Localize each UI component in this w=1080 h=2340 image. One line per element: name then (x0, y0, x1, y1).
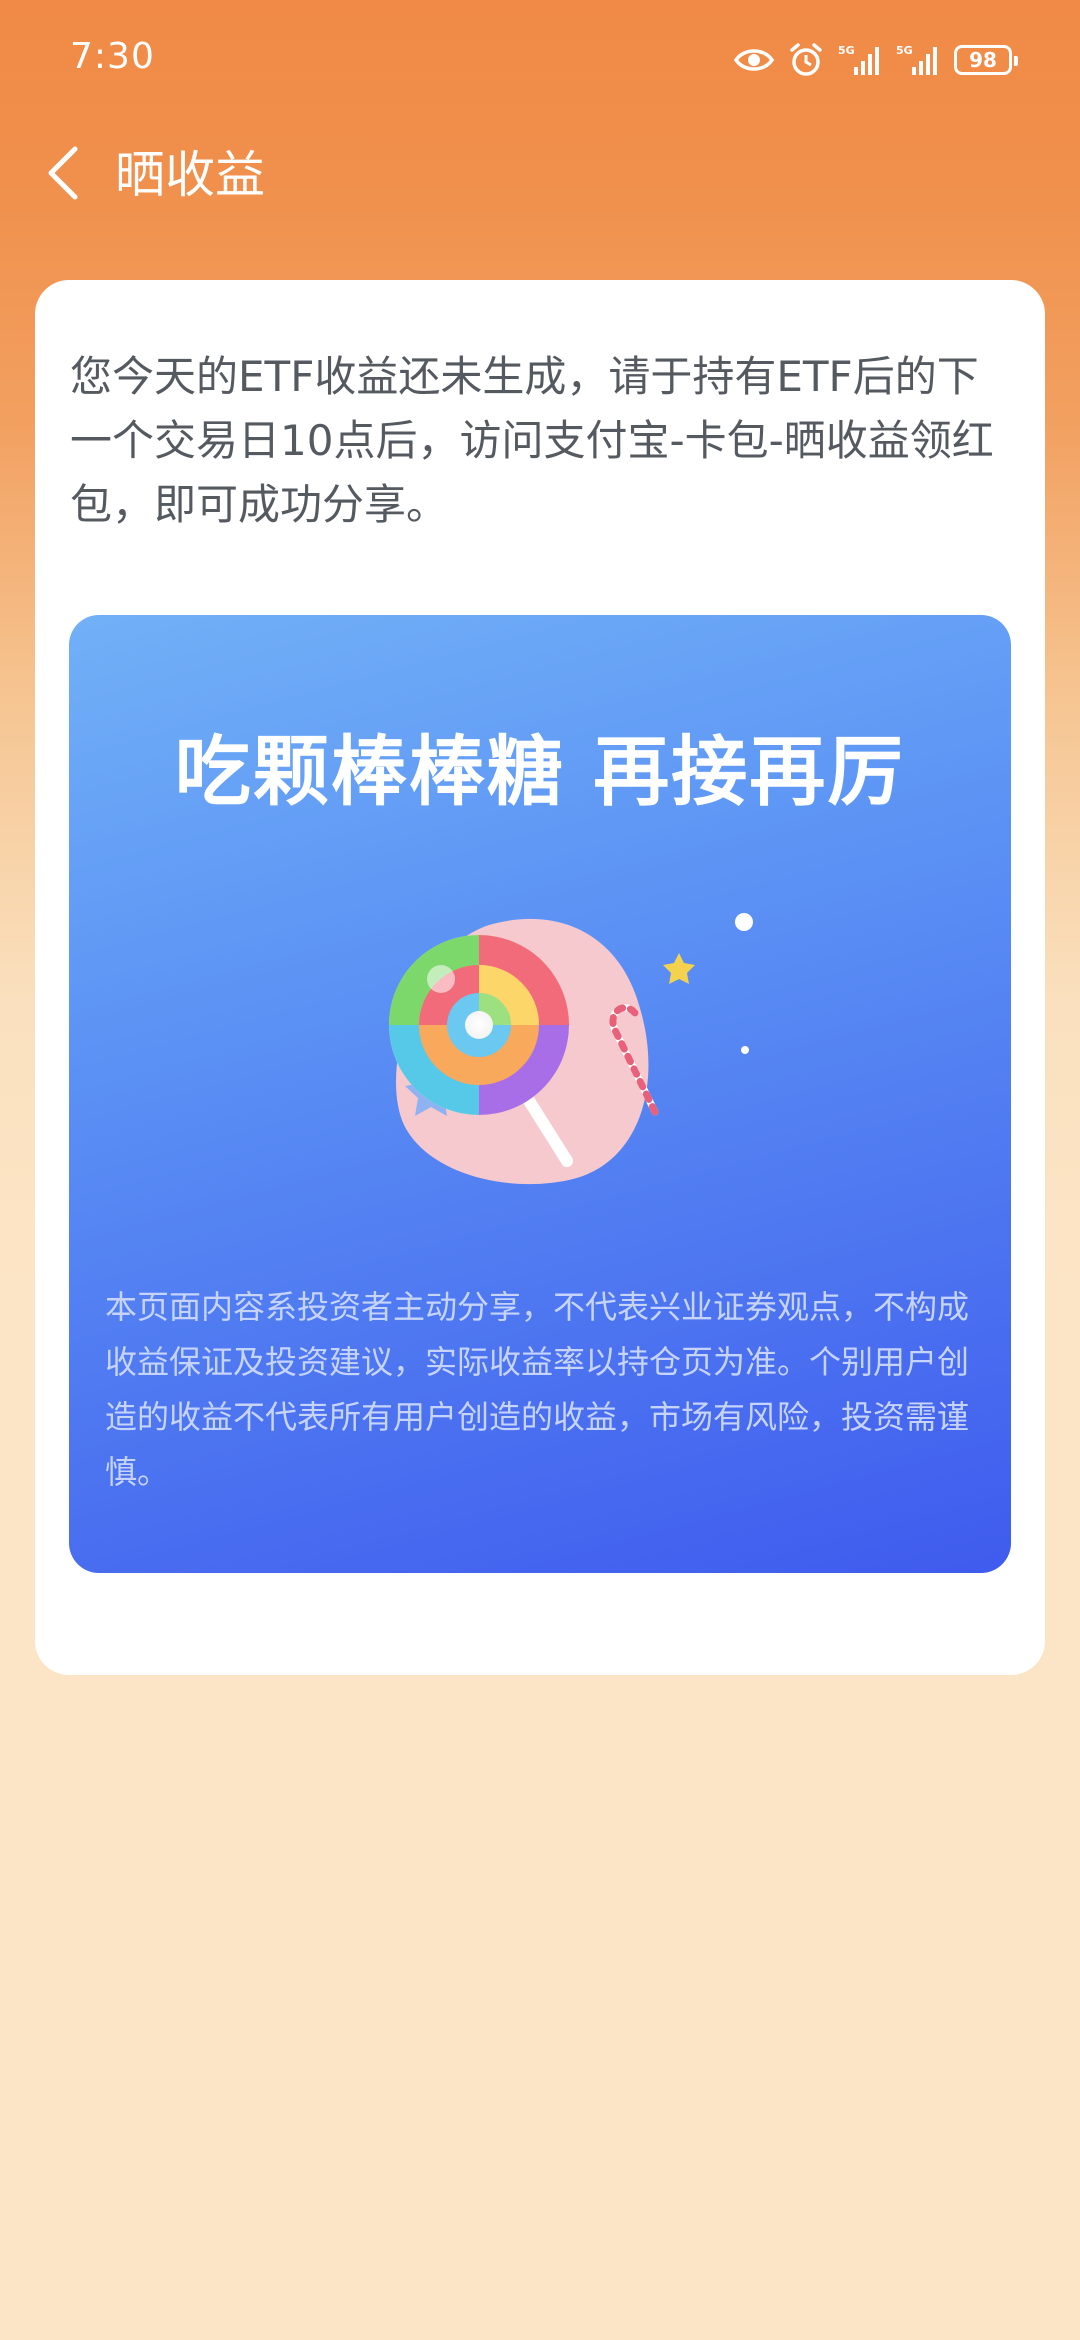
lollipop-candy (389, 935, 569, 1115)
status-icons: 5G 5G 98 (734, 40, 1018, 80)
back-button[interactable] (30, 142, 96, 208)
svg-text:5G: 5G (838, 44, 855, 57)
sparkle-dot (741, 1046, 749, 1054)
status-bar: 7:30 5G 5G 98 (0, 0, 1080, 120)
star-icon (663, 953, 695, 984)
share-card: 您今天的ETF收益还未生成，请于持有ETF后的下一个交易日10点后，访问支付宝-… (35, 280, 1045, 1675)
sparkle-dot (735, 913, 753, 931)
battery-icon: 98 (954, 45, 1018, 75)
battery-level: 98 (969, 48, 997, 72)
nav-bar: 晒收益 (0, 120, 1080, 230)
eye-icon (734, 46, 774, 74)
disclaimer-text: 本页面内容系投资者主动分享，不代表兴业证券观点，不构成收益保证及投资建议，实际收… (105, 1288, 970, 1491)
banner-title: 吃颗棒棒糖 再接再厉 (174, 727, 906, 816)
share-banner: 吃颗棒棒糖 再接再厉 本页面内容系投资者主动分享，不代表兴业证券观点，不构成收益… (69, 615, 1011, 1573)
notice-text: 您今天的ETF收益还未生成，请于持有ETF后的下一个交易日10点后，访问支付宝-… (70, 352, 994, 529)
signal-5g-icon: 5G (838, 43, 882, 77)
status-time: 7:30 (70, 36, 155, 77)
signal-5g-icon: 5G (896, 43, 940, 77)
lollipop-illustration (389, 913, 753, 1185)
chevron-left-icon (43, 143, 83, 207)
page-title: 晒收益 (115, 146, 265, 204)
svg-text:5G: 5G (896, 44, 913, 57)
alarm-icon (788, 42, 824, 78)
